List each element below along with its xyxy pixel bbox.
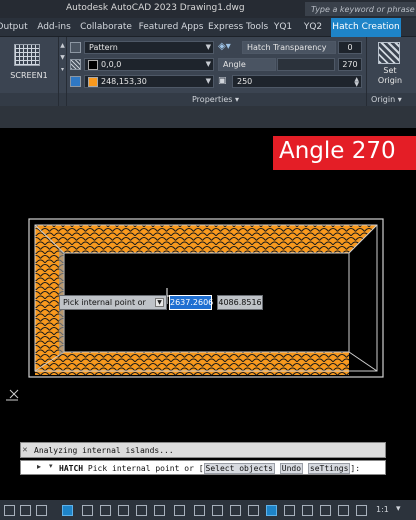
- tab-output[interactable]: Output: [0, 18, 28, 37]
- tab-yq2[interactable]: YQ2: [300, 18, 326, 37]
- isodraft-icon[interactable]: [136, 505, 147, 516]
- pattern-name: SCREEN1: [10, 71, 48, 80]
- ortho-icon[interactable]: [100, 505, 111, 516]
- 3d-osnap-icon[interactable]: [248, 505, 259, 516]
- command-history-text: Analyzing internal islands...: [34, 446, 174, 455]
- search-input[interactable]: [305, 2, 416, 16]
- properties-label: Properties: [192, 95, 233, 104]
- hatch-transparency-field[interactable]: Hatch Transparency: [242, 41, 336, 54]
- hatch-color-value: 0,0,0: [101, 60, 122, 69]
- selection-filter-icon[interactable]: [284, 505, 295, 516]
- command-prompt-suffix: ]:: [350, 464, 361, 473]
- hatch-color-swatch: [88, 60, 98, 70]
- chevron-down-icon[interactable]: ▾: [49, 462, 53, 470]
- annotation-visibility-icon[interactable]: [320, 505, 331, 516]
- tab-yq1[interactable]: YQ1: [272, 18, 294, 37]
- hatch-type-dropdown[interactable]: Pattern ▼: [84, 41, 214, 54]
- ribbon-divider: [66, 37, 67, 106]
- hatch-color-icon: [70, 59, 81, 70]
- object-snap-tracking-icon[interactable]: [154, 505, 165, 516]
- file-tab-strip: [0, 106, 416, 128]
- drawing-canvas[interactable]: [0, 128, 416, 440]
- tab-featured-apps[interactable]: Featured Apps: [138, 18, 204, 37]
- annotation-scale-value[interactable]: 1:1: [376, 505, 389, 514]
- coordinate-x-input[interactable]: 2637.2606: [169, 295, 213, 310]
- title-bar: Autodesk AutoCAD 2023 Drawing1.dwg: [0, 0, 416, 18]
- angle-label: Angle: [223, 60, 246, 69]
- hatch-type-value: Pattern: [89, 43, 118, 52]
- dynamic-input-icon[interactable]: [82, 505, 93, 516]
- command-input-bar[interactable]: ▸ ▾ HATCH Pick internal point or [Select…: [20, 460, 386, 475]
- spinner-icon: ▲ ▼: [354, 76, 359, 88]
- properties-panel-title[interactable]: Properties ▾: [192, 95, 239, 104]
- tab-hatch-creation[interactable]: Hatch Creation: [331, 18, 401, 37]
- search-box[interactable]: [305, 2, 416, 16]
- transparency-value: 0: [347, 43, 353, 52]
- background-color-value: 248,153,30: [101, 77, 147, 86]
- transparency-toggle-icon[interactable]: [212, 505, 223, 516]
- tab-express-tools[interactable]: Express Tools: [208, 18, 268, 37]
- chevron-down-icon: ▼: [205, 60, 211, 68]
- window-title: Autodesk AutoCAD 2023 Drawing1.dwg: [66, 3, 245, 13]
- ribbon-tab-bar: Output Add-ins Collaborate Featured Apps…: [0, 18, 416, 37]
- hatch-scale-input[interactable]: 250 ▲ ▼: [232, 75, 362, 88]
- command-history: Analyzing internal islands...: [20, 442, 386, 458]
- lineweight-icon[interactable]: [194, 505, 205, 516]
- pattern-preview-icon: [14, 44, 40, 66]
- transparency-value-input[interactable]: 0: [338, 41, 362, 54]
- gallery-scroll[interactable]: ▲ ▼ ▾: [60, 40, 65, 90]
- hatch-color-dropdown[interactable]: 0,0,0 ▼: [84, 58, 214, 71]
- origin-panel-title[interactable]: Origin ▾: [371, 95, 402, 104]
- background-color-swatch: [88, 77, 98, 87]
- angle-slider[interactable]: Angle: [218, 58, 276, 71]
- prompt-text: Pick internal point or: [63, 298, 146, 307]
- gizmo-icon[interactable]: [302, 505, 313, 516]
- tab-collaborate[interactable]: Collaborate: [80, 18, 132, 37]
- background-color-dropdown[interactable]: 248,153,30 ▼: [84, 75, 214, 88]
- option-settings[interactable]: seTtings: [307, 463, 351, 474]
- selection-cycling-icon[interactable]: [230, 505, 241, 516]
- angle-value: 270: [342, 60, 358, 69]
- origin-label: Origin: [371, 95, 396, 104]
- annotation-scale-icon[interactable]: [356, 505, 367, 516]
- angle-banner-text: Angle 270: [279, 138, 396, 164]
- search-icon[interactable]: ▸: [37, 462, 41, 471]
- pattern-gallery-screen1[interactable]: [4, 42, 54, 70]
- infer-constraints-icon[interactable]: [62, 505, 73, 516]
- ribbon-divider: [58, 37, 59, 106]
- angle-value-input[interactable]: 270: [338, 58, 362, 71]
- command-prompt: HATCH Pick internal point or [Select obj…: [59, 463, 361, 474]
- hatch-type-icon: [70, 42, 81, 53]
- grid-icon[interactable]: [20, 505, 31, 516]
- snap-icon[interactable]: [36, 505, 47, 516]
- object-snap-icon[interactable]: [174, 505, 185, 516]
- set-origin-icon[interactable]: [378, 42, 400, 64]
- option-select-objects[interactable]: Select objects: [203, 463, 275, 474]
- chevron-down-icon: ▼: [205, 43, 211, 51]
- dynamic-ucs-icon[interactable]: [266, 505, 277, 516]
- model-space-icon[interactable]: [4, 505, 15, 516]
- ribbon-divider: [366, 37, 367, 106]
- auto-scale-icon[interactable]: [338, 505, 349, 516]
- command-prompt-text: Pick internal point or [: [87, 464, 204, 473]
- command-name: HATCH: [59, 464, 84, 473]
- options-down-icon[interactable]: ▼: [155, 298, 164, 307]
- hatch-scale-value: 250: [237, 77, 253, 86]
- set-origin-button[interactable]: Set Origin: [372, 66, 408, 86]
- angle-slider-track[interactable]: [277, 58, 335, 71]
- chevron-down-icon[interactable]: ▾: [396, 504, 401, 514]
- polar-icon[interactable]: [118, 505, 129, 516]
- option-undo[interactable]: Undo: [279, 463, 304, 474]
- tab-add-ins[interactable]: Add-ins: [34, 18, 74, 37]
- background-color-icon: [70, 76, 81, 87]
- coordinate-y-input[interactable]: 4086.8516: [217, 295, 263, 310]
- angle-banner: Angle 270: [273, 136, 416, 170]
- transparency-label: Hatch Transparency: [247, 43, 327, 52]
- dynamic-input-prompt: Pick internal point or ▼: [59, 295, 167, 310]
- transparency-icon: ◈▾: [218, 41, 231, 52]
- chevron-down-icon: ▼: [205, 77, 211, 85]
